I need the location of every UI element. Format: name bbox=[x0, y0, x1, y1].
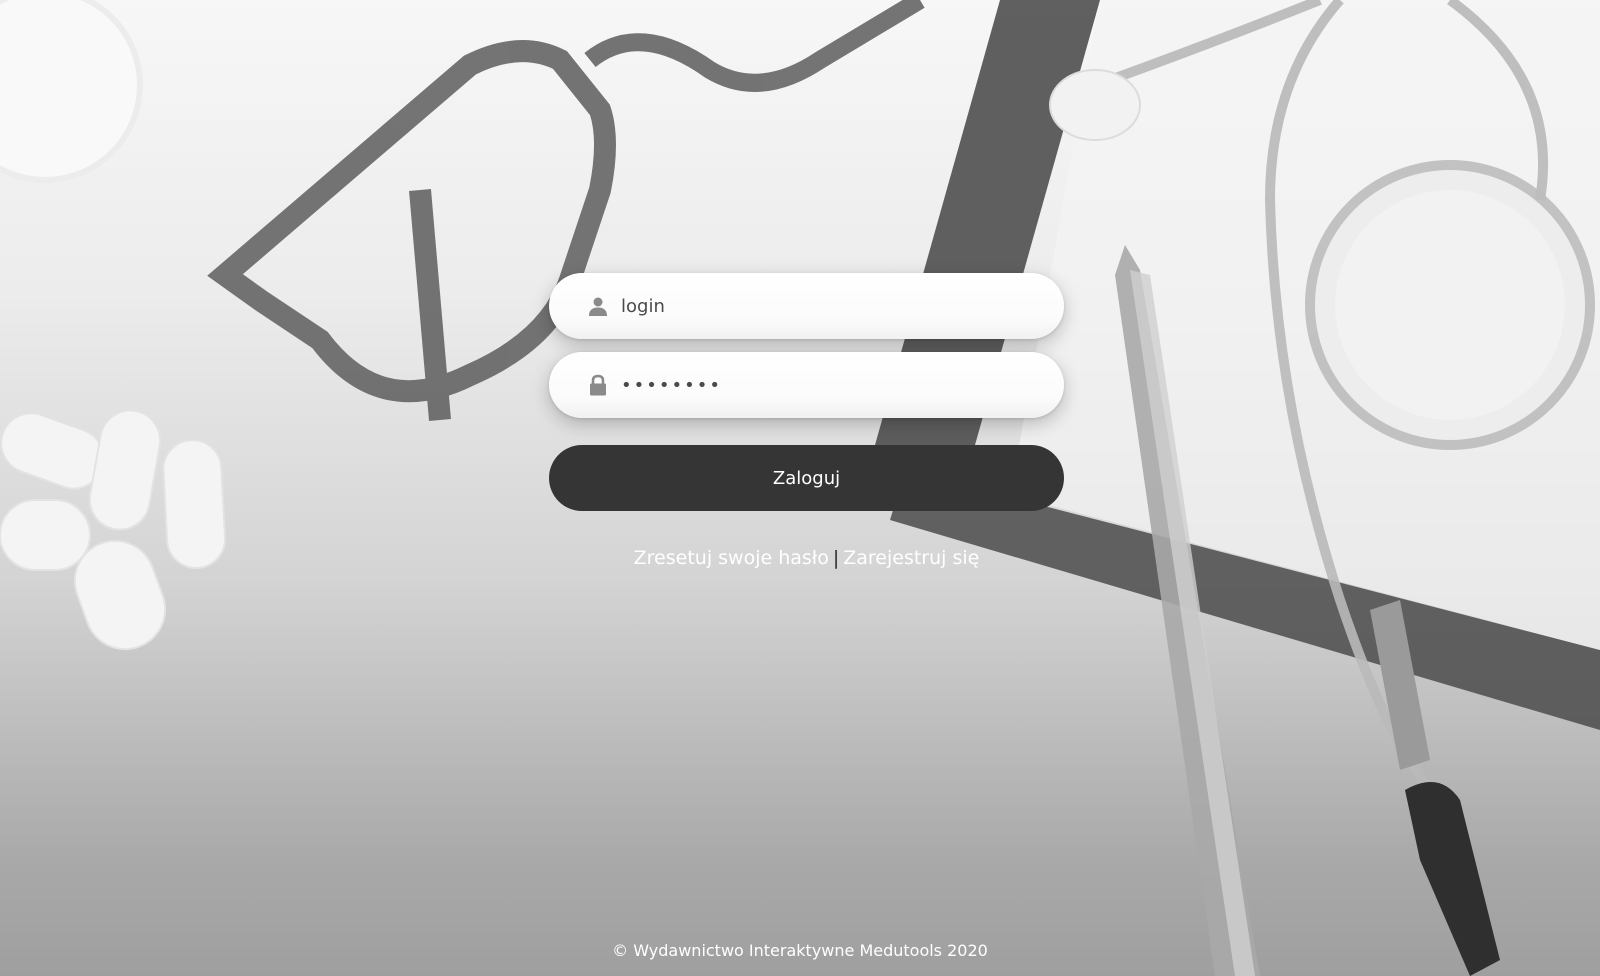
link-separator: | bbox=[832, 547, 840, 569]
login-button[interactable]: Zaloguj bbox=[549, 445, 1064, 511]
password-field[interactable] bbox=[549, 352, 1064, 418]
login-field[interactable] bbox=[549, 273, 1064, 339]
login-form: Zaloguj Zresetuj swoje hasło|Zarejestruj… bbox=[549, 273, 1064, 569]
reset-password-link[interactable]: Zresetuj swoje hasło bbox=[634, 547, 829, 569]
user-icon bbox=[587, 295, 609, 317]
account-links: Zresetuj swoje hasło | Zarejestruj się bbox=[549, 547, 1064, 569]
login-input[interactable] bbox=[621, 286, 1021, 326]
footer-copyright: © Wydawnictwo Interaktywne Medutools 202… bbox=[612, 941, 988, 960]
register-link[interactable]: Zarejestruj się bbox=[843, 547, 979, 569]
password-input[interactable] bbox=[621, 365, 1021, 405]
lock-icon bbox=[587, 374, 609, 396]
